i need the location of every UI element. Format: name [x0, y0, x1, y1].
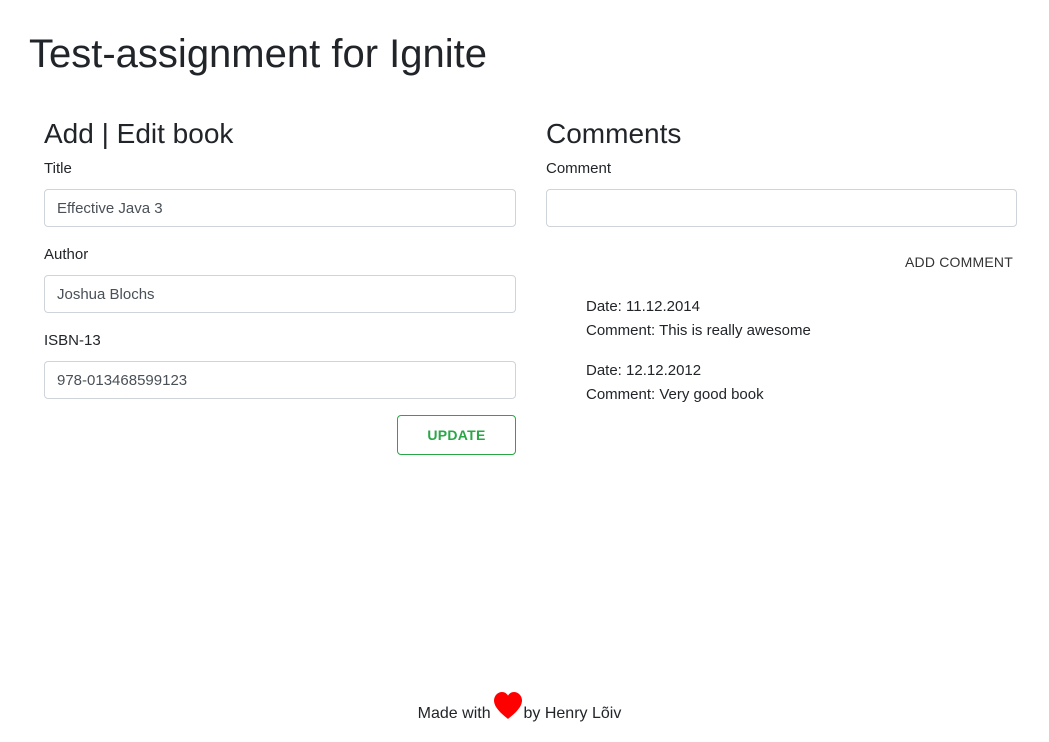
author-input[interactable]	[44, 275, 516, 313]
comment-text-value: Very good book	[659, 386, 764, 403]
footer: Made with by Henry Lõiv	[0, 690, 1049, 730]
comment-list: Date: 11.12.2014 Comment: This is really…	[586, 295, 1006, 423]
footer-credit: Made with by Henry Lõiv	[417, 690, 622, 738]
comment-date-prefix: Date:	[586, 362, 627, 379]
comment-text-value: This is really awesome	[659, 322, 811, 339]
heart-icon	[494, 692, 523, 719]
isbn-label: ISBN-13	[44, 332, 101, 349]
book-form-heading: Add | Edit book	[44, 118, 234, 149]
comment-date-value: 11.12.2014	[626, 298, 700, 315]
comment-input[interactable]	[546, 189, 1017, 227]
footer-by-author: by Henry Lõiv	[523, 705, 622, 722]
comment-text: Comment: Very good book	[586, 383, 1006, 407]
comment-item: Date: 11.12.2014 Comment: This is really…	[586, 295, 1006, 343]
isbn-input[interactable]	[44, 361, 516, 399]
page-title: Test-assignment for Ignite	[29, 32, 487, 76]
app-root: Test-assignment for Ignite Add | Edit bo…	[0, 0, 1049, 742]
comment-date-prefix: Date:	[586, 298, 627, 315]
comment-item: Date: 12.12.2012 Comment: Very good book	[586, 359, 1006, 407]
comment-label: Comment	[546, 160, 612, 177]
title-label: Title	[44, 160, 72, 177]
comment-text-prefix: Comment:	[586, 322, 660, 339]
update-button[interactable]: UPDATE	[397, 415, 516, 455]
comment-text-prefix: Comment:	[586, 386, 660, 403]
comment-text: Comment: This is really awesome	[586, 319, 1006, 343]
add-comment-button[interactable]: ADD COMMENT	[898, 248, 1020, 276]
comments-heading: Comments	[546, 118, 682, 149]
comment-date: Date: 12.12.2012	[586, 359, 1006, 383]
author-label: Author	[44, 246, 89, 263]
comment-date: Date: 11.12.2014	[586, 295, 1006, 319]
comment-date-value: 12.12.2012	[626, 362, 702, 379]
footer-made-with: Made with	[417, 705, 491, 722]
title-input[interactable]	[44, 189, 516, 227]
